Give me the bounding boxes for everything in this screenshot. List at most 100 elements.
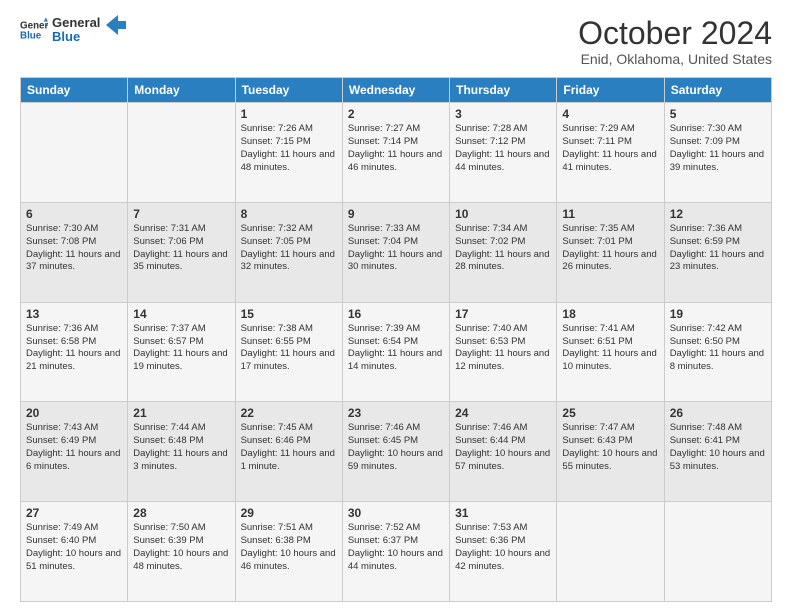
week-row-1: 1 Sunrise: 7:26 AM Sunset: 7:15 PM Daylig… <box>21 103 772 203</box>
logo-arrow-icon <box>106 15 126 35</box>
day-number: 29 <box>241 506 337 520</box>
day-cell: 2 Sunrise: 7:27 AM Sunset: 7:14 PM Daylig… <box>342 103 449 203</box>
day-info: Sunrise: 7:45 AM Sunset: 6:46 PM Dayligh… <box>241 422 337 473</box>
day-number: 8 <box>241 207 337 221</box>
day-number: 10 <box>455 207 551 221</box>
col-header-saturday: Saturday <box>664 78 771 103</box>
day-info: Sunrise: 7:31 AM Sunset: 7:06 PM Dayligh… <box>133 223 229 274</box>
day-number: 14 <box>133 307 229 321</box>
day-cell: 13Sunrise: 7:36 AM Sunset: 6:58 PM Dayli… <box>21 302 128 402</box>
day-info: Sunrise: 7:41 AM Sunset: 6:51 PM Dayligh… <box>562 323 658 374</box>
day-info: Sunrise: 7:53 AM Sunset: 6:36 PM Dayligh… <box>455 522 551 573</box>
day-number: 25 <box>562 406 658 420</box>
day-cell: 8 Sunrise: 7:32 AM Sunset: 7:05 PM Daylig… <box>235 202 342 302</box>
week-row-4: 20 Sunrise: 7:43 AM Sunset: 6:49 PM Dayli… <box>21 402 772 502</box>
day-info: Sunrise: 7:36 AM Sunset: 6:59 PM Dayligh… <box>670 223 766 274</box>
day-info: Sunrise: 7:30 AM Sunset: 7:09 PM Dayligh… <box>670 123 766 174</box>
day-number: 1 <box>241 107 337 121</box>
day-number: 11 <box>562 207 658 221</box>
day-cell: 27 Sunrise: 7:49 AM Sunset: 6:40 PM Dayli… <box>21 502 128 602</box>
day-info: Sunrise: 7:43 AM Sunset: 6:49 PM Dayligh… <box>26 422 122 473</box>
day-info: Sunrise: 7:36 AM Sunset: 6:58 PM Dayligh… <box>26 323 122 374</box>
day-info: Sunrise: 7:49 AM Sunset: 6:40 PM Dayligh… <box>26 522 122 573</box>
day-cell: 4Sunrise: 7:29 AM Sunset: 7:11 PM Daylig… <box>557 103 664 203</box>
day-cell: 15Sunrise: 7:38 AM Sunset: 6:55 PM Dayli… <box>235 302 342 402</box>
day-number: 30 <box>348 506 444 520</box>
day-cell: 1 Sunrise: 7:26 AM Sunset: 7:15 PM Daylig… <box>235 103 342 203</box>
col-header-tuesday: Tuesday <box>235 78 342 103</box>
day-number: 31 <box>455 506 551 520</box>
col-header-wednesday: Wednesday <box>342 78 449 103</box>
day-number: 24 <box>455 406 551 420</box>
day-info: Sunrise: 7:30 AM Sunset: 7:08 PM Dayligh… <box>26 223 122 274</box>
day-number: 7 <box>133 207 229 221</box>
day-info: Sunrise: 7:33 AM Sunset: 7:04 PM Dayligh… <box>348 223 444 274</box>
day-cell: 5 Sunrise: 7:30 AM Sunset: 7:09 PM Daylig… <box>664 103 771 203</box>
logo-general: General <box>52 16 100 30</box>
day-number: 21 <box>133 406 229 420</box>
day-number: 27 <box>26 506 122 520</box>
day-info: Sunrise: 7:39 AM Sunset: 6:54 PM Dayligh… <box>348 323 444 374</box>
day-cell: 11 Sunrise: 7:35 AM Sunset: 7:01 PM Dayli… <box>557 202 664 302</box>
day-number: 5 <box>670 107 766 121</box>
day-cell: 24 Sunrise: 7:46 AM Sunset: 6:44 PM Dayli… <box>450 402 557 502</box>
day-cell: 20 Sunrise: 7:43 AM Sunset: 6:49 PM Dayli… <box>21 402 128 502</box>
day-info: Sunrise: 7:32 AM Sunset: 7:05 PM Dayligh… <box>241 223 337 274</box>
day-cell: 30Sunrise: 7:52 AM Sunset: 6:37 PM Dayli… <box>342 502 449 602</box>
col-header-thursday: Thursday <box>450 78 557 103</box>
day-info: Sunrise: 7:27 AM Sunset: 7:14 PM Dayligh… <box>348 123 444 174</box>
logo-blue: Blue <box>52 30 100 44</box>
svg-text:Blue: Blue <box>20 31 42 42</box>
day-info: Sunrise: 7:26 AM Sunset: 7:15 PM Dayligh… <box>241 123 337 174</box>
day-cell: 17 Sunrise: 7:40 AM Sunset: 6:53 PM Dayli… <box>450 302 557 402</box>
day-info: Sunrise: 7:40 AM Sunset: 6:53 PM Dayligh… <box>455 323 551 374</box>
day-info: Sunrise: 7:28 AM Sunset: 7:12 PM Dayligh… <box>455 123 551 174</box>
day-cell: 19Sunrise: 7:42 AM Sunset: 6:50 PM Dayli… <box>664 302 771 402</box>
day-info: Sunrise: 7:46 AM Sunset: 6:45 PM Dayligh… <box>348 422 444 473</box>
calendar-header-row: SundayMondayTuesdayWednesdayThursdayFrid… <box>21 78 772 103</box>
day-number: 22 <box>241 406 337 420</box>
page-title: October 2024 <box>578 16 772 51</box>
day-number: 23 <box>348 406 444 420</box>
day-number: 16 <box>348 307 444 321</box>
day-cell: 21 Sunrise: 7:44 AM Sunset: 6:48 PM Dayli… <box>128 402 235 502</box>
logo-icon: General Blue <box>20 16 48 44</box>
day-info: Sunrise: 7:42 AM Sunset: 6:50 PM Dayligh… <box>670 323 766 374</box>
day-info: Sunrise: 7:35 AM Sunset: 7:01 PM Dayligh… <box>562 223 658 274</box>
day-cell: 29Sunrise: 7:51 AM Sunset: 6:38 PM Dayli… <box>235 502 342 602</box>
week-row-3: 13Sunrise: 7:36 AM Sunset: 6:58 PM Dayli… <box>21 302 772 402</box>
day-cell: 26 Sunrise: 7:48 AM Sunset: 6:41 PM Dayli… <box>664 402 771 502</box>
day-number: 2 <box>348 107 444 121</box>
day-number: 6 <box>26 207 122 221</box>
col-header-friday: Friday <box>557 78 664 103</box>
day-number: 26 <box>670 406 766 420</box>
header: General Blue General Blue October 2024 E… <box>20 16 772 67</box>
day-info: Sunrise: 7:44 AM Sunset: 6:48 PM Dayligh… <box>133 422 229 473</box>
day-number: 3 <box>455 107 551 121</box>
calendar-table: SundayMondayTuesdayWednesdayThursdayFrid… <box>20 77 772 602</box>
day-info: Sunrise: 7:37 AM Sunset: 6:57 PM Dayligh… <box>133 323 229 374</box>
day-number: 12 <box>670 207 766 221</box>
col-header-monday: Monday <box>128 78 235 103</box>
title-block: October 2024 Enid, Oklahoma, United Stat… <box>578 16 772 67</box>
day-info: Sunrise: 7:38 AM Sunset: 6:55 PM Dayligh… <box>241 323 337 374</box>
day-cell: 9 Sunrise: 7:33 AM Sunset: 7:04 PM Daylig… <box>342 202 449 302</box>
day-cell <box>664 502 771 602</box>
day-cell: 14 Sunrise: 7:37 AM Sunset: 6:57 PM Dayli… <box>128 302 235 402</box>
week-row-5: 27 Sunrise: 7:49 AM Sunset: 6:40 PM Dayli… <box>21 502 772 602</box>
day-info: Sunrise: 7:34 AM Sunset: 7:02 PM Dayligh… <box>455 223 551 274</box>
day-cell: 25Sunrise: 7:47 AM Sunset: 6:43 PM Dayli… <box>557 402 664 502</box>
day-cell: 31 Sunrise: 7:53 AM Sunset: 6:36 PM Dayli… <box>450 502 557 602</box>
day-number: 9 <box>348 207 444 221</box>
day-number: 20 <box>26 406 122 420</box>
day-cell: 23 Sunrise: 7:46 AM Sunset: 6:45 PM Dayli… <box>342 402 449 502</box>
day-info: Sunrise: 7:48 AM Sunset: 6:41 PM Dayligh… <box>670 422 766 473</box>
day-cell <box>128 103 235 203</box>
day-info: Sunrise: 7:50 AM Sunset: 6:39 PM Dayligh… <box>133 522 229 573</box>
page-subtitle: Enid, Oklahoma, United States <box>578 51 772 67</box>
day-info: Sunrise: 7:46 AM Sunset: 6:44 PM Dayligh… <box>455 422 551 473</box>
day-number: 17 <box>455 307 551 321</box>
day-cell: 3 Sunrise: 7:28 AM Sunset: 7:12 PM Daylig… <box>450 103 557 203</box>
day-info: Sunrise: 7:29 AM Sunset: 7:11 PM Dayligh… <box>562 123 658 174</box>
col-header-sunday: Sunday <box>21 78 128 103</box>
